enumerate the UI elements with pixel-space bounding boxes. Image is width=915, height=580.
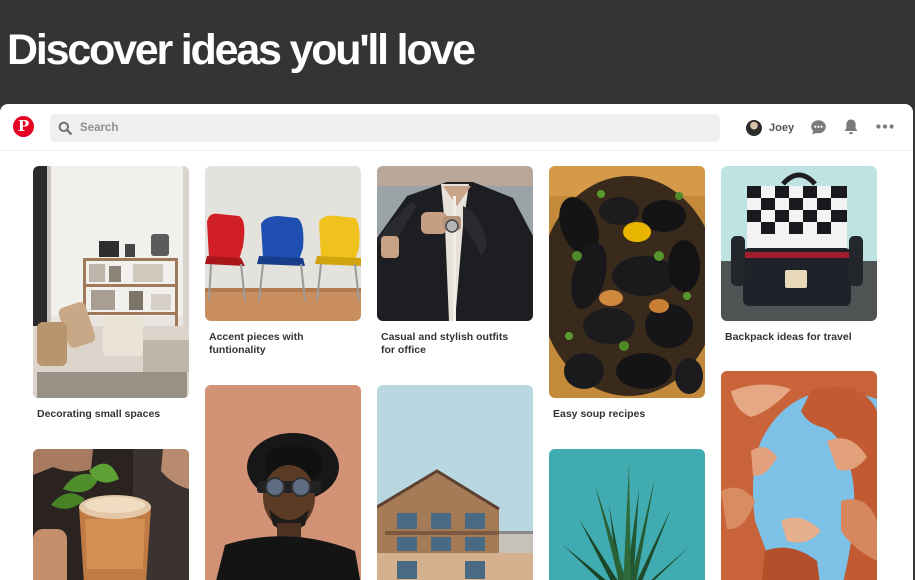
pin-card[interactable]: Casual and stylish outfits for office — [377, 166, 533, 366]
search-bar[interactable] — [50, 114, 720, 142]
pin-card[interactable]: Accent pieces with funtionality — [205, 166, 361, 366]
pin-card[interactable] — [33, 449, 189, 580]
pin-card[interactable] — [377, 385, 533, 580]
pin-title: Backpack ideas for travel — [725, 331, 852, 343]
pin-title: Casual and stylish outfits for office — [381, 331, 509, 356]
pin-image-plant[interactable] — [549, 449, 705, 580]
pinterest-logo[interactable]: P — [13, 116, 34, 137]
search-icon — [58, 121, 72, 135]
pin-card[interactable] — [549, 449, 705, 580]
pin-card[interactable]: Backpack ideas for travel — [721, 166, 877, 366]
pin-image-living-room[interactable] — [33, 166, 189, 398]
pin-card[interactable]: Easy soup recipes — [549, 166, 705, 426]
avatar — [746, 120, 762, 136]
pin-card[interactable] — [205, 385, 361, 580]
pin-card[interactable] — [721, 371, 877, 580]
user-profile-button[interactable]: Joey — [746, 118, 794, 138]
pin-image-mussels[interactable] — [549, 166, 705, 398]
pin-image-building[interactable] — [377, 385, 533, 580]
pin-image-cocktail[interactable] — [33, 449, 189, 580]
pin-image-backpack[interactable] — [721, 166, 877, 321]
top-navigation-bar: P Joey — [0, 104, 913, 151]
pin-title: Easy soup recipes — [553, 408, 646, 420]
pin-card[interactable]: Decorating small spaces — [33, 166, 189, 426]
pin-title: Decorating small spaces — [37, 408, 161, 420]
user-name: Joey — [769, 122, 795, 134]
more-options-icon[interactable] — [876, 124, 894, 129]
search-input[interactable] — [80, 114, 700, 142]
pin-image-rock-arch[interactable] — [721, 371, 877, 580]
page-headline: Discover ideas you'll love — [7, 26, 476, 74]
pin-grid: Decorating small spaces Accent pieces wi… — [0, 151, 913, 580]
pin-image-chairs[interactable] — [205, 166, 361, 321]
notifications-icon[interactable] — [843, 118, 859, 136]
pin-image-jacket-man[interactable] — [377, 166, 533, 321]
messages-icon[interactable] — [810, 119, 827, 136]
pin-title: Accent pieces with funtionality — [209, 331, 304, 356]
app-window: P Joey — [0, 104, 913, 580]
pin-image-hat-man[interactable] — [205, 385, 361, 580]
